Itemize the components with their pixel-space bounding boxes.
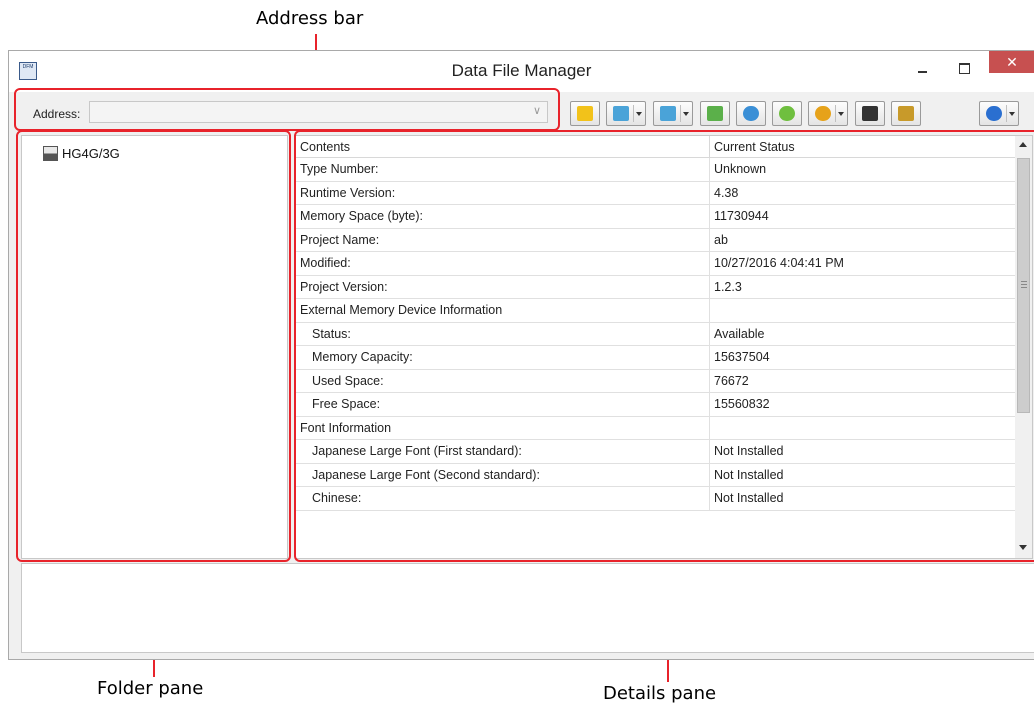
table-row[interactable]: Japanese Large Font (First standard): Not… [296, 440, 1017, 464]
table-row[interactable]: Modified: 10/27/2016 4:04:41 PM [296, 252, 1017, 276]
cell-contents: Free Space: [296, 393, 710, 416]
chevron-down-icon[interactable]: ∨ [533, 104, 541, 117]
cell-contents: Runtime Version: [296, 181, 710, 204]
connect-button[interactable] [570, 101, 600, 126]
table-row[interactable]: Used Space: 76672 [296, 369, 1017, 393]
address-label: Address: [33, 107, 81, 121]
address-input[interactable] [90, 102, 547, 122]
device-check-button[interactable] [855, 101, 885, 126]
maximize-button[interactable] [949, 59, 979, 81]
cell-contents: Project Name: [296, 228, 710, 251]
cell-current-status: Not Installed [714, 491, 784, 505]
vertical-scrollbar[interactable] [1015, 136, 1032, 558]
cell-current-status [710, 299, 1017, 322]
help-icon [986, 106, 1002, 121]
toolbar-row: Address: ∨ [9, 92, 1034, 132]
scrollbar-thumb[interactable] [1017, 158, 1030, 413]
table-row[interactable]: Japanese Large Font (Second standard): No… [296, 463, 1017, 487]
cell-current-status: ab [714, 232, 728, 247]
cell-current-status: 1.2.3 [714, 279, 742, 294]
cell-current-status: Not Installed [714, 467, 784, 482]
import-button[interactable] [736, 101, 766, 126]
memory-card-icon [815, 106, 831, 121]
column-header-current-status[interactable]: Current Status [710, 136, 1017, 158]
details-grid: Type Number: Unknown Runtime Version: 4.38 M… [296, 158, 1017, 511]
upload-button[interactable] [653, 101, 693, 126]
cell-contents: Japanese Large Font (Second standard): [296, 463, 710, 486]
cell-contents: Project Version: [296, 275, 710, 298]
cell-contents: Modified: [296, 252, 710, 275]
minimize-button[interactable] [907, 59, 937, 81]
table-row[interactable]: Free Space: 15560832 [296, 393, 1017, 417]
cell-current-status: Available [714, 326, 765, 341]
table-row[interactable]: Memory Capacity: 15637504 [296, 346, 1017, 370]
details-pane[interactable]: Contents Current Status Type Number: Unkn… [295, 135, 1033, 559]
scroll-down-icon[interactable] [1019, 545, 1027, 550]
cell-current-status: 4.38 [714, 185, 739, 200]
folder-pane[interactable]: HG4G/3G [21, 135, 288, 559]
report-button[interactable] [891, 101, 921, 126]
memory-card-dropdown-icon[interactable] [838, 112, 844, 116]
import-icon [743, 106, 759, 121]
device-icon [43, 146, 58, 161]
download-button[interactable] [606, 101, 646, 126]
window-title: Data File Manager [451, 61, 592, 80]
cell-current-status: Unknown [714, 162, 767, 176]
export-icon [779, 106, 795, 121]
cell-contents: Memory Space (byte): [296, 205, 710, 228]
output-pane[interactable] [21, 563, 1034, 653]
table-row[interactable]: Font Information [296, 416, 1017, 440]
download-dropdown-icon[interactable] [636, 112, 642, 116]
help-dropdown-icon[interactable] [1009, 112, 1015, 116]
cell-contents: External Memory Device Information [296, 299, 710, 322]
tree-item-device[interactable]: HG4G/3G [43, 146, 120, 161]
cell-contents: Font Information [296, 416, 710, 439]
close-button[interactable]: ✕ [989, 51, 1034, 73]
callout-folder-pane-label: Folder pane [97, 678, 204, 699]
cell-contents: Used Space: [296, 369, 710, 392]
details-header: Contents Current Status [296, 136, 1017, 158]
cell-current-status [710, 417, 1017, 440]
tree-item-label: HG4G/3G [62, 146, 120, 161]
table-row[interactable]: External Memory Device Information [296, 299, 1017, 323]
table-row[interactable]: Type Number: Unknown [296, 158, 1017, 182]
close-icon: ✕ [1006, 54, 1018, 70]
column-header-contents[interactable]: Contents [296, 136, 710, 158]
report-icon [898, 106, 914, 121]
table-row[interactable]: Project Version: 1.2.3 [296, 275, 1017, 299]
cell-contents: Status: [296, 322, 710, 345]
help-button[interactable] [979, 101, 1019, 126]
transfer-button[interactable] [700, 101, 730, 126]
table-row[interactable]: Chinese: Not Installed [296, 487, 1017, 511]
connect-icon [577, 106, 593, 121]
cell-current-status: 76672 [714, 373, 749, 388]
upload-dropdown-icon[interactable] [683, 112, 689, 116]
cell-contents: Japanese Large Font (First standard): [296, 440, 710, 463]
title-bar[interactable]: DFM Data File Manager ✕ [9, 51, 1034, 92]
cell-current-status: 15637504 [714, 350, 770, 364]
cell-current-status: 15560832 [714, 397, 770, 411]
table-row[interactable]: Memory Space (byte): 11730944 [296, 205, 1017, 229]
table-row[interactable]: Runtime Version: 4.38 [296, 181, 1017, 205]
memory-card-button[interactable] [808, 101, 848, 126]
grip-icon [1021, 281, 1027, 288]
transfer-icon [707, 106, 723, 121]
download-icon [613, 106, 629, 121]
table-row[interactable]: Status: Available [296, 322, 1017, 346]
cell-current-status: 10/27/2016 4:04:41 PM [714, 256, 844, 270]
data-file-manager-window: DFM Data File Manager ✕ Address: ∨ HG4G/… [8, 50, 1034, 660]
cell-current-status: 11730944 [714, 209, 769, 223]
cell-current-status: Not Installed [714, 444, 784, 458]
table-row[interactable]: Project Name: ab [296, 228, 1017, 252]
scroll-up-icon[interactable] [1019, 142, 1027, 147]
export-button[interactable] [772, 101, 802, 126]
cell-contents: Memory Capacity: [296, 346, 710, 369]
cell-contents: Type Number: [296, 158, 710, 181]
address-bar[interactable]: ∨ [89, 101, 548, 123]
cell-contents: Chinese: [296, 487, 710, 510]
callout-address-bar-label: Address bar [256, 8, 364, 29]
device-check-icon [862, 106, 878, 121]
callout-details-pane-label: Details pane [603, 683, 717, 704]
upload-icon [660, 106, 676, 121]
